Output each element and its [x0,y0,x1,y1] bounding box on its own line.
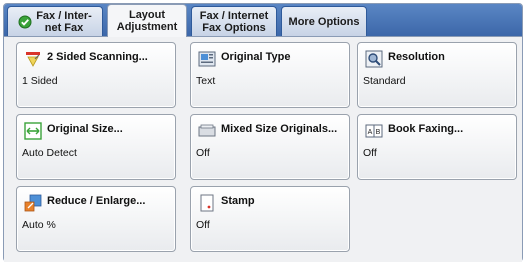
button-value: Off [196,219,210,231]
button-value: Off [363,147,377,159]
fax-icon [18,15,32,28]
tab-label: Fax / Internet Fax Options [199,9,269,34]
stamp-button[interactable]: Stamp Off [190,186,350,252]
svg-text:A: A [368,129,373,136]
svg-text:B: B [376,129,381,136]
two-sided-scanning-button[interactable]: 2 Sided Scanning... 1 Sided [16,42,176,108]
original-type-button[interactable]: Original Type Text [190,42,350,108]
button-value: Text [196,75,216,87]
book-faxing-button[interactable]: A B Book Faxing... Off [357,114,517,180]
button-title: Original Type [221,51,291,63]
tab-label: More Options [288,15,360,28]
tab-label: Layout Adjustment [116,9,178,33]
fax-layout-adjustment-screen: Fax / Inter- net Fax Layout Adjustment F… [0,0,527,266]
button-value: 1 Sided [22,75,58,87]
resolution-button[interactable]: Resolution Standard [357,42,517,108]
button-value: Auto % [22,219,56,231]
original-size-icon [24,122,42,140]
reduce-enlarge-button[interactable]: Reduce / Enlarge... Auto % [16,186,176,252]
book-faxing-icon: A B [365,124,383,138]
original-size-button[interactable]: Original Size... Auto Detect [16,114,176,180]
button-title: Mixed Size Originals... [221,123,338,135]
button-value: Off [196,147,210,159]
mixed-size-originals-button[interactable]: Mixed Size Originals... Off [190,114,350,180]
tab-more-options[interactable]: More Options [281,6,367,36]
button-value: Standard [363,75,406,87]
button-title: 2 Sided Scanning... [47,51,148,63]
button-title: Resolution [388,51,445,63]
tab-label: Fax / Inter- net Fax [36,9,92,34]
stamp-icon [200,194,214,212]
original-type-icon [198,51,216,67]
tab-layout-adjustment[interactable]: Layout Adjustment [107,4,187,37]
reduce-enlarge-icon [24,194,42,212]
button-title: Reduce / Enlarge... [47,195,146,207]
mixed-size-originals-icon [198,124,216,137]
resolution-icon [365,50,383,68]
two-sided-scanning-icon [26,52,40,67]
tab-fax-internet-fax[interactable]: Fax / Inter- net Fax [7,6,103,36]
button-title: Stamp [221,195,255,207]
tab-fax-internet-fax-options[interactable]: Fax / Internet Fax Options [191,6,277,36]
button-value: Auto Detect [22,147,77,159]
button-title: Original Size... [47,123,123,135]
button-title: Book Faxing... [388,123,464,135]
